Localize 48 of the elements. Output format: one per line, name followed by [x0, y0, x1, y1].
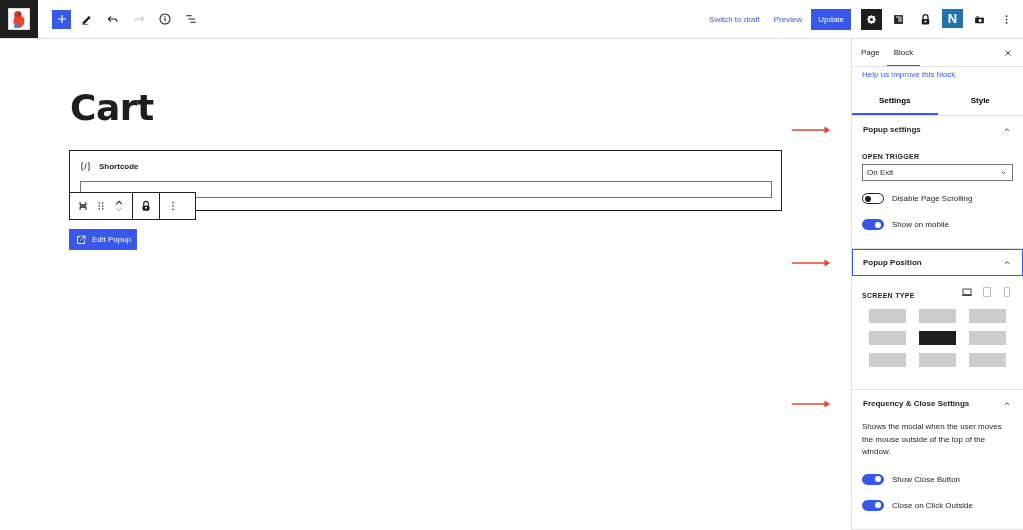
- panel-header[interactable]: Frequency & Close Settings: [852, 390, 1023, 417]
- trigger-select[interactable]: On Exit: [862, 164, 1013, 181]
- preview-button[interactable]: Preview: [768, 14, 808, 24]
- block-label: Shortcode: [99, 162, 139, 171]
- tablet-icon: [981, 285, 993, 298]
- close-icon: [1003, 47, 1013, 58]
- page-title: Cart: [70, 87, 154, 128]
- panel-title: Popup settings: [863, 125, 921, 134]
- toggle-switch[interactable]: [862, 499, 884, 511]
- toggle-label: Show Close Button: [892, 474, 961, 484]
- gear-button[interactable]: [861, 8, 882, 30]
- position-cell[interactable]: [869, 331, 906, 345]
- laptop-icon: [961, 285, 973, 298]
- settings-tab[interactable]: Settings: [852, 88, 938, 115]
- position-cell[interactable]: [969, 309, 1006, 323]
- position-cell[interactable]: [969, 353, 1006, 367]
- panel-title: Frequency & Close Settings: [863, 399, 970, 408]
- switch-to-draft-button[interactable]: Switch to draft: [704, 14, 765, 24]
- help-link[interactable]: Help us improve this block: [852, 67, 966, 79]
- update-button[interactable]: Update: [811, 8, 851, 30]
- panel-header[interactable]: Popup Position: [852, 249, 1023, 276]
- panel-title: Popup Position: [863, 258, 922, 267]
- toggle-switch[interactable]: [862, 473, 884, 485]
- info-icon: [157, 11, 173, 27]
- shortcode-field[interactable]: [80, 181, 772, 198]
- sidebar-tab[interactable]: Page: [854, 39, 887, 66]
- laptop-button[interactable]: [961, 285, 973, 298]
- position-cell[interactable]: [919, 309, 956, 323]
- toggle-label: Show on mobile: [892, 220, 949, 229]
- description-text: Shows the modal when the user moves the mouse outside of the top of the window.: [862, 421, 1003, 458]
- plus-button[interactable]: [52, 9, 71, 29]
- toggle-switch[interactable]: [862, 193, 884, 204]
- bird-logo-icon: [6, 6, 32, 32]
- toggle-label: Close on Click Outside: [892, 500, 973, 510]
- position-cell[interactable]: [869, 353, 906, 367]
- position-cell[interactable]: [919, 353, 956, 367]
- settings-tab[interactable]: Style: [937, 88, 1023, 115]
- panel-header[interactable]: Popup settings: [852, 116, 1023, 143]
- edit-popup-button[interactable]: Edit Popup: [69, 229, 138, 250]
- phone-icon: [1001, 285, 1013, 298]
- toggle-switch[interactable]: [862, 219, 884, 230]
- plugin-logo-button[interactable]: N: [942, 8, 963, 30]
- position-cell[interactable]: [919, 331, 956, 345]
- position-cell[interactable]: [969, 331, 1006, 345]
- sidebar-tab[interactable]: Block: [886, 39, 921, 66]
- external-link-icon: [75, 233, 87, 246]
- toggle-label: Disable Page Scrolling: [892, 194, 973, 203]
- position-cell[interactable]: [869, 309, 906, 323]
